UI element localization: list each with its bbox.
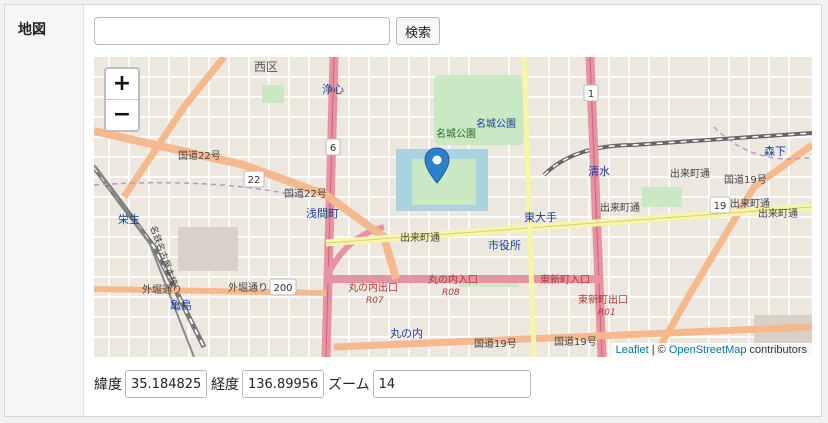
label-sotobori-dori-2: 外堀通り (228, 282, 268, 294)
label-higashi-shinmachi-iriguchi: 東新町入口 (540, 273, 590, 286)
map-attribution: Leaflet | © OpenStreetMap contributors (610, 343, 812, 357)
osm-link[interactable]: OpenStreetMap (669, 344, 747, 356)
label-marunouchi-deguchi: 丸の内出口 (348, 281, 398, 294)
zoom-input[interactable] (372, 370, 531, 398)
location-marker-icon[interactable] (424, 147, 450, 185)
zoom-in-button[interactable]: + (106, 69, 138, 100)
label-r01: R01 (598, 308, 616, 318)
label-r07: R07 (366, 296, 384, 306)
field-label: 地図 (18, 22, 46, 38)
label-marunouchi-iriguchi: 丸の内入口 (428, 273, 478, 286)
search-button[interactable]: 検索 (396, 17, 440, 45)
field-label-cell: 地図 (5, 5, 84, 416)
address-search-input[interactable] (94, 17, 390, 45)
zoom-label: ズーム (328, 377, 370, 393)
route-22-shield: 22 (248, 175, 261, 186)
label-kokudo22-2: 国道22号 (284, 187, 327, 200)
label-morishita: 森下 (764, 144, 786, 158)
label-marunouchi: 丸の内 (390, 326, 423, 340)
route-1-shield: 1 (588, 89, 594, 100)
zoom-out-button[interactable]: − (106, 100, 138, 130)
label-joshin: 浄心 (322, 82, 344, 96)
latitude-label: 緯度 (94, 377, 122, 393)
label-shiyakusho: 市役所 (488, 238, 521, 252)
label-nishi-ku: 西区 (254, 60, 278, 74)
leaflet-link[interactable]: Leaflet (616, 344, 649, 356)
route-6-shield: 6 (330, 143, 336, 154)
label-demachi-dori-2: 出来町通 (600, 201, 640, 214)
label-kameshima: 亀島 (170, 298, 192, 312)
latitude-input[interactable] (125, 370, 207, 398)
zoom-control: + − (104, 67, 140, 132)
label-demachi-dori-5: 出来町通 (758, 207, 798, 220)
label-kokudo19-3: 国道19号 (724, 173, 767, 186)
label-r08: R08 (442, 288, 460, 298)
longitude-label: 経度 (211, 377, 239, 393)
attribution-separator: | © (648, 344, 669, 356)
longitude-input[interactable] (242, 370, 324, 398)
label-shimizu: 清水 (588, 165, 610, 178)
map-tiles: 6 22 1 19 200 西区 浄心 名城公園 名城公園 清水 森下 浅間町 … (94, 57, 812, 357)
map-view[interactable]: 6 22 1 19 200 西区 浄心 名城公園 名城公園 清水 森下 浅間町 … (94, 57, 812, 357)
coordinate-inputs: 緯度 経度 ズーム (94, 369, 535, 399)
label-meijo-koen-park: 名城公園 (436, 127, 476, 140)
map-field-row: 地図 検索 6 22 1 19 200 西区 浄心 名城公園 名城公園 清水 森… (4, 4, 822, 417)
label-kokudo22-1: 国道22号 (178, 149, 221, 162)
label-sengen-cho: 浅間町 (306, 207, 339, 220)
label-demachi-dori-1: 出来町通 (400, 231, 440, 244)
label-higashi-ote: 東大手 (524, 210, 557, 224)
label-demachi-dori-3: 出来町通 (670, 167, 710, 180)
route-200-shield: 200 (273, 283, 292, 294)
field-content: 検索 6 22 1 19 200 西区 浄心 名城公園 名城公園 清水 森下 浅… (84, 5, 821, 416)
label-higashi-shinmachi-deguchi: 東新町出口 (578, 293, 628, 306)
label-kokudo19-1: 国道19号 (474, 337, 517, 350)
label-eisei: 栄生 (118, 212, 140, 226)
label-kokudo19-2: 国道19号 (554, 335, 597, 348)
attribution-suffix: contributors (746, 344, 807, 356)
label-sotobori-dori-1: 外堀通り (142, 284, 182, 296)
route-19-shield: 19 (714, 201, 727, 212)
label-meijo-koen-station: 名城公園 (476, 117, 516, 130)
